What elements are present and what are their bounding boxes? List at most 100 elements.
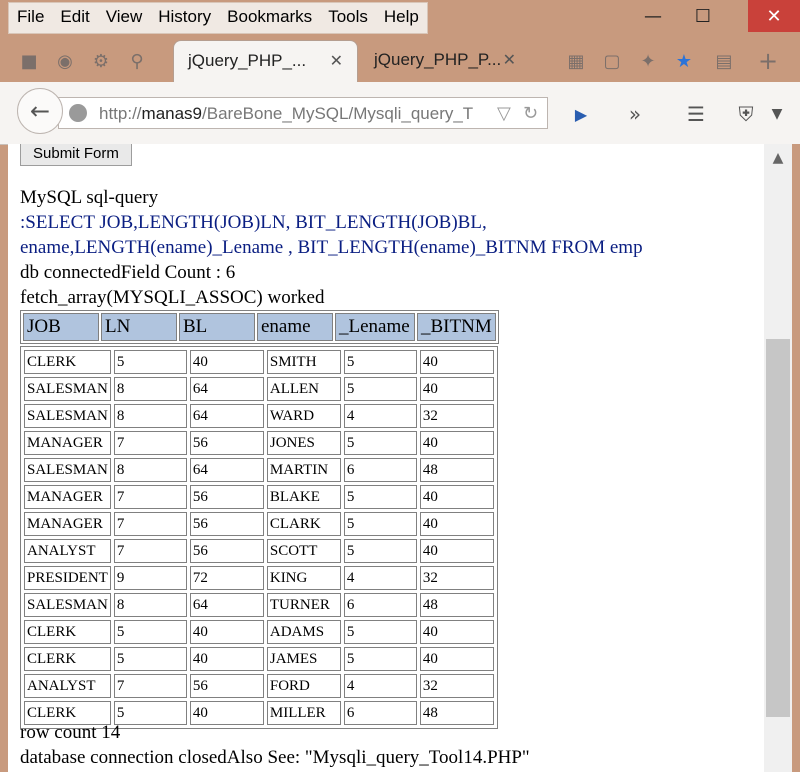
table-cell: 8: [113, 377, 187, 401]
table-row: SALESMAN 8 64 TURNER 6 48: [24, 593, 494, 617]
scroll-up-icon[interactable]: ▲: [764, 150, 792, 166]
bookmark-star-icon[interactable]: ★: [673, 50, 695, 72]
column-header: _Lename: [335, 313, 415, 341]
menu-view[interactable]: View: [98, 3, 151, 33]
vertical-scrollbar[interactable]: ▲: [764, 144, 792, 772]
dropdown-arrow-icon[interactable]: ▽: [497, 103, 511, 124]
youtube-icon[interactable]: ▶: [568, 100, 594, 128]
tab-label: jQuery_PHP_...: [188, 51, 307, 70]
window-icon[interactable]: ▢: [601, 50, 623, 72]
table-cell: 7: [113, 431, 187, 455]
menu-file[interactable]: File: [9, 3, 52, 33]
table-cell: 56: [189, 485, 264, 509]
table-cell: ANALYST: [24, 674, 111, 698]
close-tab-icon[interactable]: ✕: [330, 51, 343, 71]
clipboard-icon[interactable]: ▤: [713, 50, 735, 72]
page-content: Submit Form MySQL sql-query :SELECT JOB,…: [8, 144, 764, 772]
overflow-chevron-icon[interactable]: »: [622, 100, 648, 128]
table-cell: 5: [113, 647, 187, 671]
table-cell: 40: [419, 377, 494, 401]
table-cell: 56: [189, 674, 264, 698]
table-cell: CLARK: [266, 512, 341, 536]
folder-icon[interactable]: ■: [18, 50, 40, 72]
close-tab-icon[interactable]: ✕: [503, 50, 516, 70]
table-cell: 6: [343, 458, 417, 482]
grid-icon[interactable]: ▦: [565, 50, 587, 72]
table-cell: 5: [113, 350, 187, 374]
table-cell: SALESMAN: [24, 404, 111, 428]
column-header: _BITNM: [417, 313, 496, 341]
table-row: MANAGER 7 56 BLAKE 5 40: [24, 485, 494, 509]
table-row: SALESMAN 8 64 ALLEN 5 40: [24, 377, 494, 401]
table-cell: MANAGER: [24, 485, 111, 509]
table-cell: MANAGER: [24, 431, 111, 455]
mask-icon[interactable]: ◉: [54, 50, 76, 72]
shield-icon[interactable]: ⛨: [732, 100, 760, 128]
table-cell: SCOTT: [266, 539, 341, 563]
table-cell: 40: [189, 350, 264, 374]
search-icon[interactable]: ⚲: [126, 50, 148, 72]
chevron-down-icon[interactable]: ▼: [768, 100, 786, 128]
table-cell: 32: [419, 566, 494, 590]
table-cell: 72: [189, 566, 264, 590]
url-bar[interactable]: http://manas9/BareBone_MySQL/Mysqli_quer…: [58, 97, 548, 129]
table-cell: 5: [113, 701, 187, 725]
table-cell: 48: [419, 593, 494, 617]
back-arrow-icon: ←: [29, 97, 51, 125]
hamburger-menu-icon[interactable]: ☰: [682, 100, 710, 128]
table-row: PRESIDENT 9 72 KING 4 32: [24, 566, 494, 590]
maximize-button[interactable]: ☐: [680, 0, 726, 32]
table-cell: 4: [343, 404, 417, 428]
table-cell: 40: [419, 485, 494, 509]
menu-history[interactable]: History: [150, 3, 219, 33]
table-cell: 7: [113, 539, 187, 563]
table-row: CLERK 5 40 SMITH 5 40: [24, 350, 494, 374]
table-cell: BLAKE: [266, 485, 341, 509]
reload-icon[interactable]: ↻: [523, 103, 538, 124]
scrollbar-thumb[interactable]: [766, 339, 790, 717]
tab-active[interactable]: jQuery_PHP_... ✕: [173, 40, 358, 82]
table-cell: 32: [419, 404, 494, 428]
table-cell: 5: [113, 620, 187, 644]
url-text[interactable]: http://manas9/BareBone_MySQL/Mysqli_quer…: [99, 104, 473, 124]
table-cell: 64: [189, 458, 264, 482]
tab-label: jQuery_PHP_P...: [374, 50, 502, 69]
row-count: row count 14: [20, 722, 121, 743]
submit-form-button[interactable]: Submit Form: [20, 144, 132, 166]
table-cell: ADAMS: [266, 620, 341, 644]
table-cell: 7: [113, 512, 187, 536]
db-status: db connectedField Count : 6: [20, 262, 236, 283]
table-row: CLERK 5 40 JAMES 5 40: [24, 647, 494, 671]
table-cell: 56: [189, 539, 264, 563]
table-row: ANALYST 7 56 SCOTT 5 40: [24, 539, 494, 563]
header-table: JOB LN BL ename _Lename _BITNM: [20, 310, 499, 344]
table-cell: 40: [419, 647, 494, 671]
table-cell: 64: [189, 593, 264, 617]
menu-help[interactable]: Help: [376, 3, 427, 33]
menu-bookmarks[interactable]: Bookmarks: [219, 3, 320, 33]
wrench-icon[interactable]: ✦: [637, 50, 659, 72]
table-cell: 40: [419, 539, 494, 563]
table-cell: SALESMAN: [24, 593, 111, 617]
table-cell: 64: [189, 404, 264, 428]
window-border: [792, 144, 800, 772]
close-window-button[interactable]: ✕: [748, 0, 800, 32]
sql-query-line1: :SELECT JOB,LENGTH(JOB)LN, BIT_LENGTH(JO…: [20, 212, 487, 233]
menu-tools[interactable]: Tools: [320, 3, 376, 33]
column-header: JOB: [23, 313, 99, 341]
table-cell: ANALYST: [24, 539, 111, 563]
new-tab-icon[interactable]: +: [757, 47, 779, 75]
table-row: ANALYST 7 56 FORD 4 32: [24, 674, 494, 698]
menu-edit[interactable]: Edit: [52, 3, 97, 33]
table-cell: 9: [113, 566, 187, 590]
back-button[interactable]: ←: [17, 88, 63, 134]
table-row: MANAGER 7 56 JONES 5 40: [24, 431, 494, 455]
column-header: BL: [179, 313, 255, 341]
sql-heading: MySQL sql-query: [20, 187, 159, 208]
tab-inactive[interactable]: jQuery_PHP_P... ✕: [360, 40, 530, 82]
table-cell: 5: [343, 350, 417, 374]
table-cell: CLERK: [24, 647, 111, 671]
gear-icon[interactable]: ⚙: [90, 50, 112, 72]
table-cell: 4: [343, 566, 417, 590]
minimize-button[interactable]: —: [630, 0, 676, 32]
